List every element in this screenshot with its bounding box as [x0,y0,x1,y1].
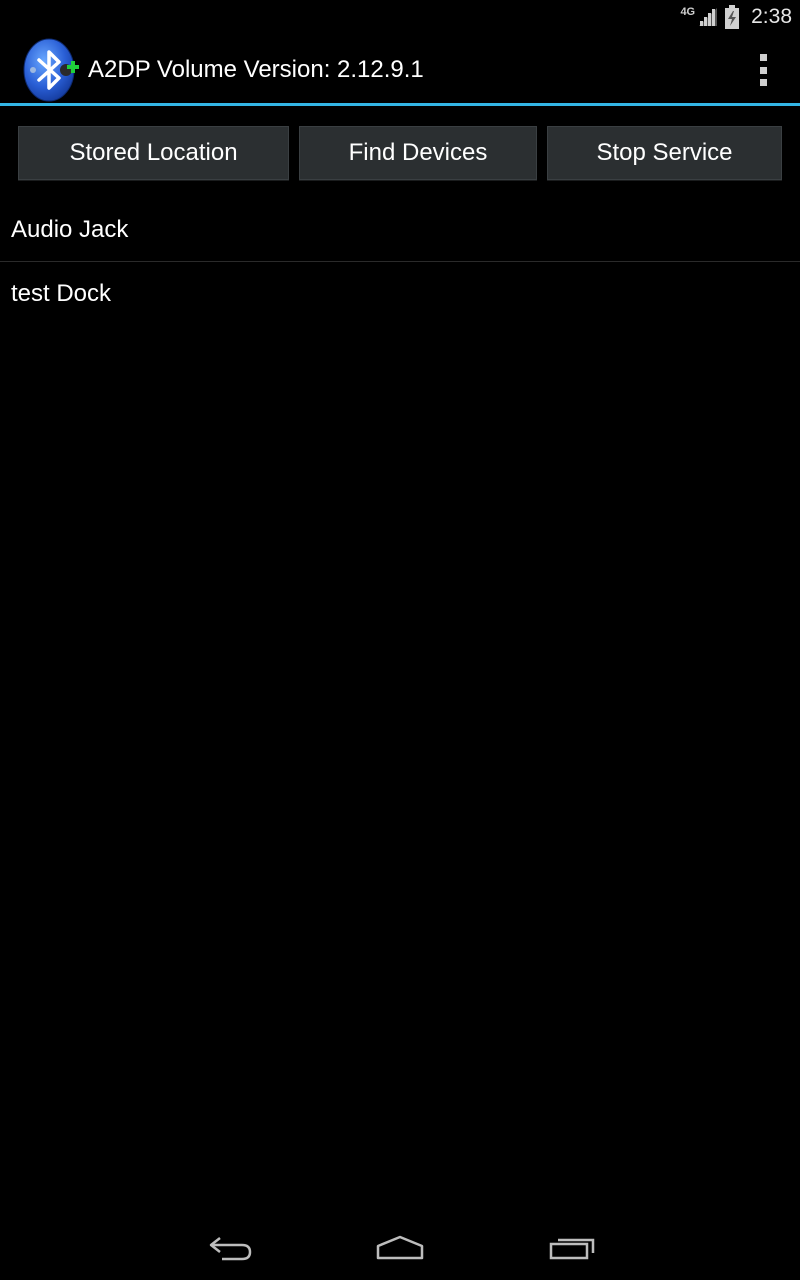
device-list: Audio Jack test Dock [0,198,800,326]
back-icon[interactable] [200,1228,260,1268]
stop-service-button[interactable]: Stop Service [547,126,782,180]
bluetooth-app-icon[interactable] [22,38,80,102]
home-icon[interactable] [370,1228,430,1268]
battery-charging-icon [725,5,740,29]
list-item[interactable]: test Dock [0,262,800,326]
button-row: Stored Location Find Devices Stop Servic… [0,126,800,182]
list-item[interactable]: Audio Jack [0,198,800,262]
app-title: A2DP Volume Version: 2.12.9.1 [88,56,424,83]
recent-apps-icon[interactable] [542,1228,602,1268]
find-devices-button[interactable]: Find Devices [299,126,537,180]
action-bar: A2DP Volume Version: 2.12.9.1 [0,34,800,106]
navigation-bar [0,1216,800,1280]
overflow-menu-icon[interactable] [756,54,770,86]
status-bar: 4G 2:38 [0,0,800,34]
signal-icon [697,6,719,28]
clock: 2:38 [751,5,792,28]
status-icons: 4G 2:38 [680,0,792,34]
network-type-label: 4G [680,6,696,18]
stored-location-button[interactable]: Stored Location [18,126,289,180]
